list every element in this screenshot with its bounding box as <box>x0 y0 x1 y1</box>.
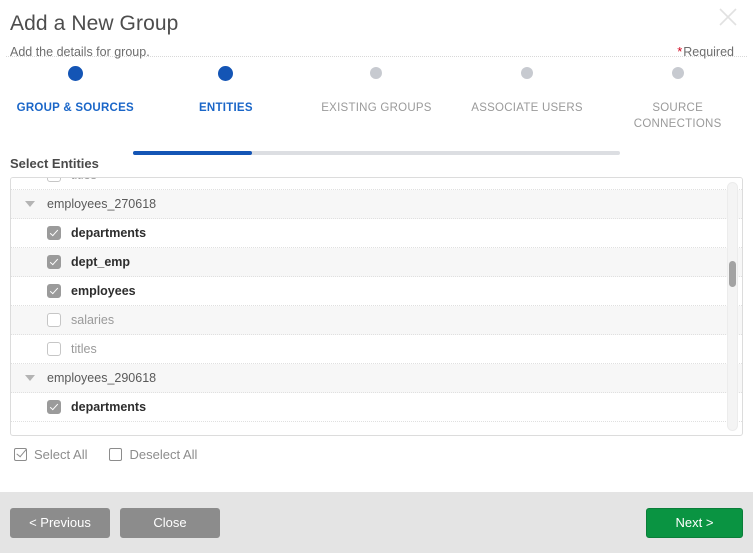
section-title: Select Entities <box>10 156 753 171</box>
next-button[interactable]: Next > <box>646 508 743 538</box>
step-dot-icon <box>68 66 83 81</box>
entity-row[interactable]: salaries <box>11 306 742 335</box>
entity-label: titles <box>71 177 97 182</box>
step-dot-wrapper <box>218 58 233 88</box>
subtitle-row: Add the details for group. *Required <box>10 44 737 59</box>
checkbox-unchecked-icon[interactable] <box>47 313 61 327</box>
dialog-header: Add a New Group Add the details for grou… <box>0 0 753 56</box>
step-label: GROUP & SOURCES <box>17 100 134 116</box>
stepper-track <box>133 151 620 155</box>
step-dot-icon <box>370 67 382 79</box>
entity-row[interactable]: titles <box>11 177 742 190</box>
step-label: SOURCE CONNECTIONS <box>613 100 743 132</box>
select-all-label: Select All <box>34 447 87 462</box>
checkbox-checked-icon[interactable] <box>47 255 61 269</box>
entity-group-row[interactable]: employees_290618 <box>11 364 742 393</box>
step-dot-wrapper <box>521 58 533 88</box>
deselect-all-label: Deselect All <box>129 447 197 462</box>
caret-down-icon[interactable] <box>25 375 35 381</box>
page-title: Add a New Group <box>10 10 737 38</box>
step-label: ASSOCIATE USERS <box>471 100 583 116</box>
select-all-button[interactable]: Select All <box>14 447 87 462</box>
step-dot-wrapper <box>370 58 382 88</box>
step-dot-icon <box>218 66 233 81</box>
scrollbar-track[interactable] <box>727 182 738 431</box>
required-label: Required <box>683 45 734 59</box>
scrollbar-thumb[interactable] <box>729 261 736 287</box>
stepper-track-progress <box>133 151 252 155</box>
checkbox-checked-icon[interactable] <box>47 284 61 298</box>
step-entities[interactable]: ENTITIES <box>151 58 302 132</box>
close-icon[interactable] <box>713 2 743 32</box>
entity-label: titles <box>71 342 97 356</box>
entity-list-container: titles employees_270618 departments dept_em… <box>10 177 743 436</box>
entity-row[interactable]: employees <box>11 277 742 306</box>
entity-label: employees <box>71 284 136 298</box>
checked-square-icon <box>14 448 27 461</box>
stepper-steps: GROUP & SOURCES ENTITIES EXISTING GROUPS… <box>0 58 753 132</box>
required-note: *Required <box>677 44 737 59</box>
checkbox-checked-icon[interactable] <box>47 226 61 240</box>
entity-list: titles employees_270618 departments dept_em… <box>11 177 742 435</box>
entity-row[interactable]: titles <box>11 335 742 364</box>
step-label: ENTITIES <box>199 100 253 116</box>
entity-group-row[interactable]: employees_270618 <box>11 190 742 219</box>
step-group-and-sources[interactable]: GROUP & SOURCES <box>0 58 151 132</box>
step-dot-wrapper <box>68 58 83 88</box>
checkbox-unchecked-icon[interactable] <box>47 177 61 182</box>
close-button[interactable]: Close <box>120 508 220 538</box>
entity-row[interactable]: dept_emp <box>11 248 742 277</box>
entity-label: departments <box>71 226 146 240</box>
deselect-all-button[interactable]: Deselect All <box>109 447 197 462</box>
checkbox-unchecked-icon[interactable] <box>47 342 61 356</box>
entity-group-label: employees_270618 <box>47 197 156 211</box>
step-dot-icon <box>521 67 533 79</box>
required-asterisk: * <box>677 44 682 59</box>
caret-down-icon[interactable] <box>25 201 35 207</box>
step-label: EXISTING GROUPS <box>321 100 431 116</box>
empty-square-icon <box>109 448 122 461</box>
previous-button[interactable]: < Previous <box>10 508 110 538</box>
step-associate-users[interactable]: ASSOCIATE USERS <box>452 58 603 132</box>
entity-group-label: employees_290618 <box>47 371 156 385</box>
entity-label: dept_emp <box>71 255 130 269</box>
entity-row[interactable]: departments <box>11 219 742 248</box>
entity-row[interactable]: departments <box>11 393 742 422</box>
dialog-footer: < Previous Close Next > <box>0 492 753 553</box>
step-existing-groups[interactable]: EXISTING GROUPS <box>301 58 452 132</box>
step-dot-icon <box>672 67 684 79</box>
dialog-subtitle: Add the details for group. <box>10 45 150 59</box>
selection-actions: Select All Deselect All <box>14 447 753 462</box>
entity-label: salaries <box>71 313 114 327</box>
step-dot-wrapper <box>672 58 684 88</box>
entity-label: departments <box>71 400 146 414</box>
checkbox-checked-icon[interactable] <box>47 400 61 414</box>
step-source-connections[interactable]: SOURCE CONNECTIONS <box>602 58 753 132</box>
wizard-stepper: GROUP & SOURCES ENTITIES EXISTING GROUPS… <box>0 58 753 156</box>
